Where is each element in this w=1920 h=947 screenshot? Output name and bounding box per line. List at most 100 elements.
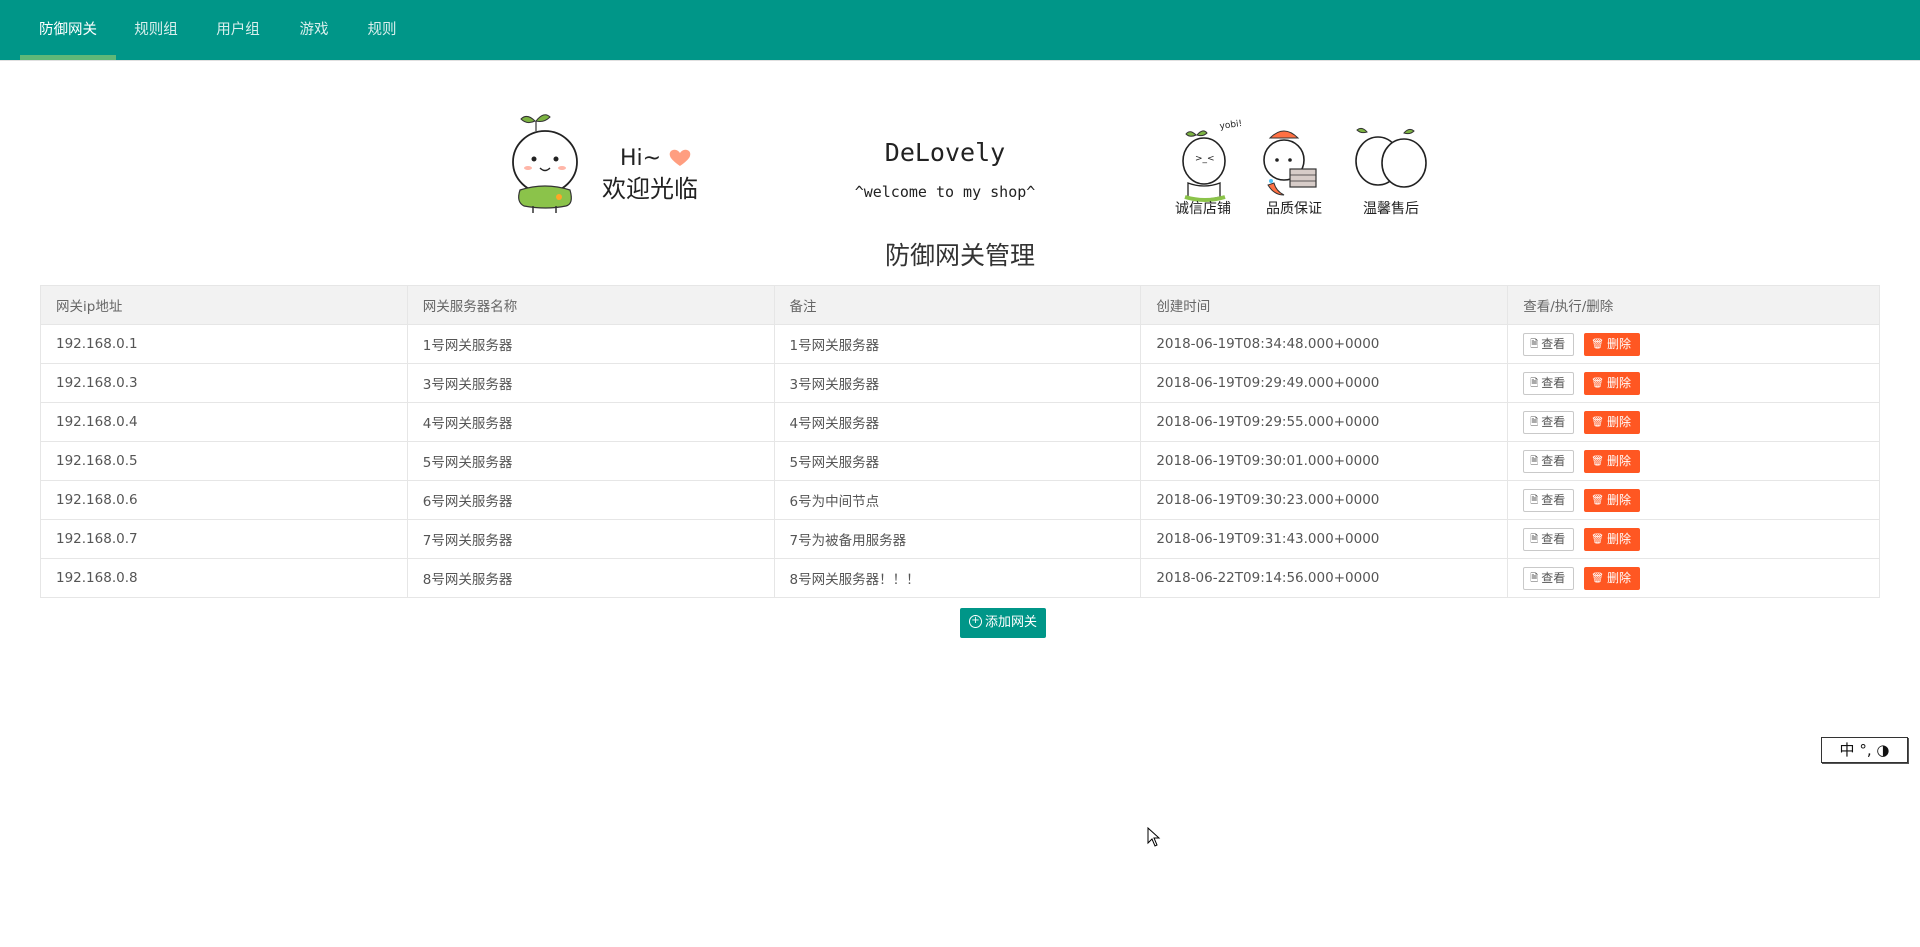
banner-greeting: Hi~ bbox=[620, 146, 661, 171]
table-row: 192.168.0.5 5号网关服务器 5号网关服务器 2018-06-19T0… bbox=[40, 441, 1880, 481]
cell-name: 3号网关服务器 bbox=[406, 363, 775, 403]
view-button[interactable]: 🗎 查看 bbox=[1523, 371, 1575, 395]
document-icon: 🗎 bbox=[1530, 455, 1539, 467]
nav-item-rule-group[interactable]: 规则组 bbox=[120, 0, 192, 60]
table-row: 192.168.0.3 3号网关服务器 3号网关服务器 2018-06-19T0… bbox=[40, 363, 1880, 403]
trash-icon: 🗑 bbox=[1591, 377, 1604, 389]
nav-active-indicator bbox=[20, 55, 116, 60]
banner-feature-1: 诚信店铺 bbox=[1175, 201, 1231, 217]
cell-actions: 🗎 查看 🗑 删除 bbox=[1507, 324, 1880, 364]
trash-icon: 🗑 bbox=[1591, 494, 1604, 506]
delete-button[interactable]: 🗑 删除 bbox=[1584, 449, 1640, 473]
view-button[interactable]: 🗎 查看 bbox=[1523, 527, 1575, 551]
col-header-name: 网关服务器名称 bbox=[406, 285, 775, 325]
cell-remark: 7号为被备用服务器 bbox=[773, 519, 1142, 559]
col-header-remark: 备注 bbox=[773, 285, 1142, 325]
document-icon: 🗎 bbox=[1530, 416, 1539, 428]
cell-actions: 🗎 查看 🗑 删除 bbox=[1507, 519, 1880, 559]
plus-circle-icon: + bbox=[968, 615, 982, 628]
cell-created: 2018-06-19T09:30:01.000+0000 bbox=[1140, 441, 1509, 481]
cell-remark: 3号网关服务器 bbox=[773, 363, 1142, 403]
cell-ip: 192.168.0.4 bbox=[40, 402, 408, 442]
nav-item-user-group[interactable]: 用户组 bbox=[202, 0, 274, 60]
shop-banner: Hi~ 欢迎光临 DeLovely ^welcome to my shop^ >… bbox=[0, 105, 1920, 225]
cell-name: 6号网关服务器 bbox=[406, 480, 775, 520]
view-button[interactable]: 🗎 查看 bbox=[1523, 566, 1575, 590]
trash-icon: 🗑 bbox=[1591, 416, 1604, 428]
banner-feature-2: 品质保证 bbox=[1266, 201, 1322, 217]
aftersales-mascot-icon bbox=[1355, 127, 1427, 188]
view-button[interactable]: 🗎 查看 bbox=[1523, 410, 1575, 434]
trash-icon: 🗑 bbox=[1591, 572, 1604, 584]
col-header-actions: 查看/执行/删除 bbox=[1507, 285, 1880, 325]
cell-created: 2018-06-19T09:30:23.000+0000 bbox=[1140, 480, 1509, 520]
banner-yobi: yobi! bbox=[1219, 119, 1243, 132]
nav-item-games[interactable]: 游戏 bbox=[284, 0, 344, 60]
cell-actions: 🗎 查看 🗑 删除 bbox=[1507, 480, 1880, 520]
heart-icon bbox=[669, 149, 691, 166]
cell-name: 1号网关服务器 bbox=[406, 324, 775, 364]
cell-created: 2018-06-19T09:29:55.000+0000 bbox=[1140, 402, 1509, 442]
delete-button[interactable]: 🗑 删除 bbox=[1584, 332, 1640, 356]
cell-remark: 6号为中间节点 bbox=[773, 480, 1142, 520]
banner-tagline: ^welcome to my shop^ bbox=[855, 183, 1036, 201]
ime-status-bar[interactable]: 中 °, ◑ bbox=[1821, 737, 1908, 763]
view-button[interactable]: 🗎 查看 bbox=[1523, 488, 1575, 512]
table-row: 192.168.0.7 7号网关服务器 7号为被备用服务器 2018-06-19… bbox=[40, 519, 1880, 559]
banner-feature-3: 温馨售后 bbox=[1363, 201, 1419, 217]
cell-remark: 1号网关服务器 bbox=[773, 324, 1142, 364]
banner-brand: DeLovely bbox=[885, 138, 1005, 167]
cell-ip: 192.168.0.3 bbox=[40, 363, 408, 403]
document-icon: 🗎 bbox=[1530, 494, 1539, 506]
cell-created: 2018-06-22T09:14:56.000+0000 bbox=[1140, 558, 1509, 598]
cell-ip: 192.168.0.5 bbox=[40, 441, 408, 481]
add-gateway-button[interactable]: + 添加网关 bbox=[960, 608, 1046, 638]
delete-button[interactable]: 🗑 删除 bbox=[1584, 410, 1640, 434]
cell-name: 7号网关服务器 bbox=[406, 519, 775, 559]
table-row: 192.168.0.6 6号网关服务器 6号为中间节点 2018-06-19T0… bbox=[40, 480, 1880, 520]
cell-remark: 5号网关服务器 bbox=[773, 441, 1142, 481]
top-navbar: 防御网关 规则组 用户组 游戏 规则 bbox=[0, 0, 1920, 61]
col-header-ip: 网关ip地址 bbox=[40, 285, 408, 325]
page-title: 防御网关管理 bbox=[884, 241, 1035, 270]
cell-actions: 🗎 查看 🗑 删除 bbox=[1507, 363, 1880, 403]
delete-button[interactable]: 🗑 删除 bbox=[1584, 371, 1640, 395]
banner-welcome: 欢迎光临 bbox=[602, 175, 698, 203]
trash-icon: 🗑 bbox=[1591, 338, 1604, 350]
delete-button[interactable]: 🗑 删除 bbox=[1584, 527, 1640, 551]
view-button[interactable]: 🗎 查看 bbox=[1523, 332, 1575, 356]
cell-name: 5号网关服务器 bbox=[406, 441, 775, 481]
table-row: 192.168.0.8 8号网关服务器 8号网关服务器！！！ 2018-06-2… bbox=[40, 558, 1880, 598]
nav-item-gateway[interactable]: 防御网关 bbox=[20, 0, 116, 60]
delete-button[interactable]: 🗑 删除 bbox=[1584, 566, 1640, 590]
cell-remark: 4号网关服务器 bbox=[773, 402, 1142, 442]
trash-icon: 🗑 bbox=[1591, 533, 1604, 545]
delete-button[interactable]: 🗑 删除 bbox=[1584, 488, 1640, 512]
quality-mascot-icon bbox=[1263, 130, 1317, 196]
cell-remark: 8号网关服务器！！！ bbox=[773, 558, 1142, 598]
cell-ip: 192.168.0.8 bbox=[40, 558, 408, 598]
cell-actions: 🗎 查看 🗑 删除 bbox=[1507, 558, 1880, 598]
col-header-created: 创建时间 bbox=[1140, 285, 1509, 325]
cell-name: 8号网关服务器 bbox=[406, 558, 775, 598]
cell-created: 2018-06-19T08:34:48.000+0000 bbox=[1140, 324, 1509, 364]
gateway-table: 网关ip地址 网关服务器名称 备注 创建时间 查看/执行/删除 192.168.… bbox=[40, 285, 1880, 598]
nav-item-rules[interactable]: 规则 bbox=[352, 0, 412, 60]
document-icon: 🗎 bbox=[1530, 377, 1539, 389]
document-icon: 🗎 bbox=[1530, 533, 1539, 545]
sprout-mascot-icon bbox=[512, 114, 578, 213]
table-header-row: 网关ip地址 网关服务器名称 备注 创建时间 查看/执行/删除 bbox=[40, 285, 1880, 325]
banner-illustration: Hi~ 欢迎光临 DeLovely ^welcome to my shop^ >… bbox=[512, 114, 1427, 217]
document-icon: 🗎 bbox=[1530, 338, 1539, 350]
cell-created: 2018-06-19T09:29:49.000+0000 bbox=[1140, 363, 1509, 403]
cell-ip: 192.168.0.6 bbox=[40, 480, 408, 520]
view-button[interactable]: 🗎 查看 bbox=[1523, 449, 1575, 473]
trash-icon: 🗑 bbox=[1591, 455, 1604, 467]
cell-ip: 192.168.0.7 bbox=[40, 519, 408, 559]
svg-text:>_<: >_< bbox=[1195, 154, 1215, 164]
cell-name: 4号网关服务器 bbox=[406, 402, 775, 442]
document-icon: 🗎 bbox=[1530, 572, 1539, 584]
sincere-mascot-icon: >_< yobi! bbox=[1182, 119, 1243, 202]
cell-actions: 🗎 查看 🗑 删除 bbox=[1507, 402, 1880, 442]
table-row: 192.168.0.1 1号网关服务器 1号网关服务器 2018-06-19T0… bbox=[40, 324, 1880, 364]
